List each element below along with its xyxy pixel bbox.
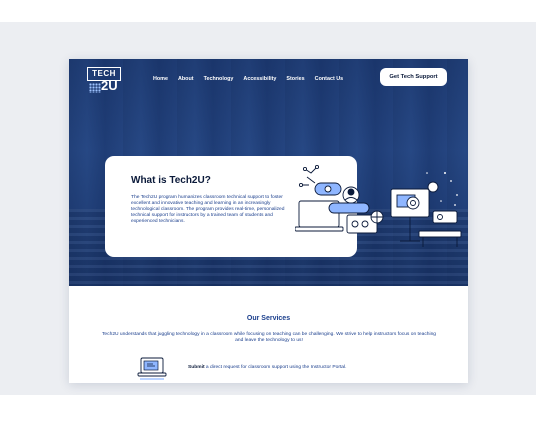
services-description: Tech2U understands that juggling technol… xyxy=(101,332,437,344)
hero-title: What is Tech2U? xyxy=(131,175,211,186)
nav-contact-us[interactable]: Contact Us xyxy=(315,73,343,85)
laptop-request-icon xyxy=(137,357,167,380)
services-title: Our Services xyxy=(246,315,291,322)
get-tech-support-button[interactable]: Get Tech Support xyxy=(380,68,447,86)
tech2u-logo[interactable]: TECH 2U xyxy=(87,67,121,95)
backdrop-top xyxy=(0,0,536,22)
submit-text: Submit a direct request for classroom su… xyxy=(188,365,346,370)
submit-request-row[interactable]: Submit a direct request for classroom su… xyxy=(137,356,437,382)
hero-body: The Tech2U program humanizes classroom t… xyxy=(131,195,285,225)
submit-strong[interactable]: Submit xyxy=(188,365,205,370)
backdrop-bottom xyxy=(0,395,536,425)
nav-about[interactable]: About xyxy=(178,73,194,85)
nav-accessibility[interactable]: Accessibility xyxy=(243,73,276,85)
hero-section: TECH 2U Home About Technology Accessibil… xyxy=(69,59,468,286)
logo-bottom-text: 2U xyxy=(101,78,118,93)
nav-home[interactable]: Home xyxy=(153,73,168,85)
logo-dots xyxy=(89,83,101,93)
main-nav: Home About Technology Accessibility Stor… xyxy=(153,73,343,85)
submit-rest: a direct request for classroom support u… xyxy=(204,365,347,370)
web-page: TECH 2U Home About Technology Accessibil… xyxy=(69,59,468,383)
tech-support-illustration xyxy=(295,164,462,247)
nav-technology[interactable]: Technology xyxy=(204,73,234,85)
nav-stories[interactable]: Stories xyxy=(286,73,304,85)
